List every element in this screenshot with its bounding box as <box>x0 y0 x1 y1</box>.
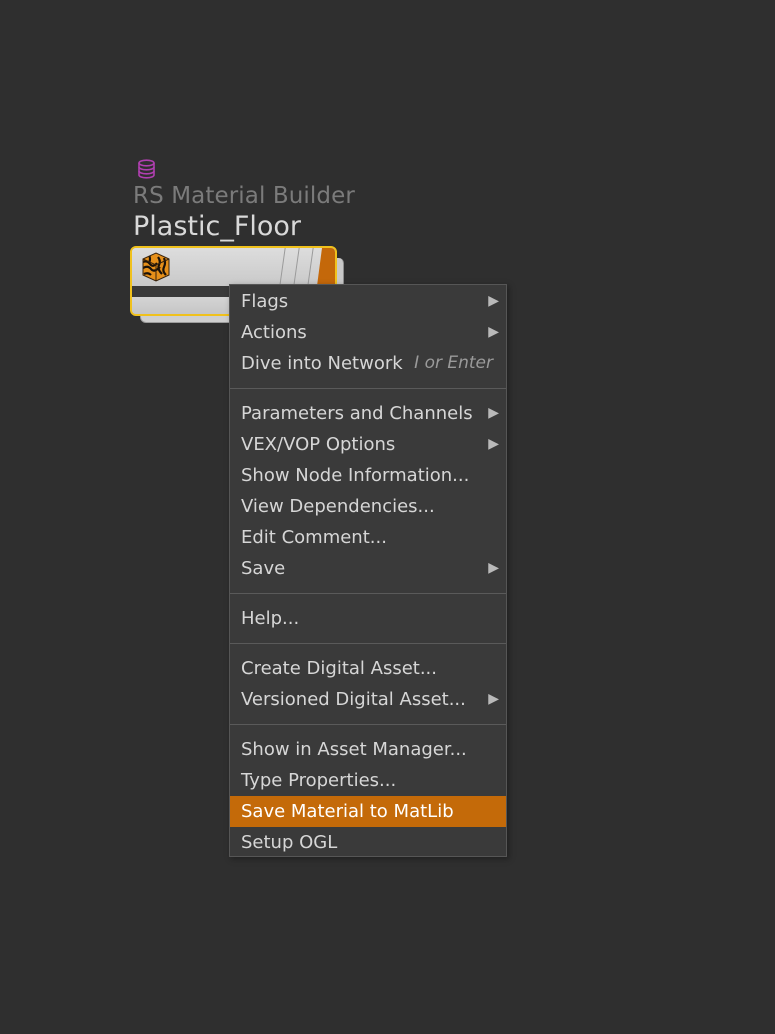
display-flag[interactable] <box>317 248 335 286</box>
menu-item-save[interactable]: Save ▶ <box>230 553 506 584</box>
menu-item-label: Save Material to MatLib <box>241 801 454 822</box>
menu-item-help[interactable]: Help... <box>230 603 506 634</box>
node-name-label[interactable]: Plastic_Floor <box>133 211 301 242</box>
menu-item-actions[interactable]: Actions ▶ <box>230 317 506 348</box>
menu-item-label: Type Properties... <box>241 770 397 791</box>
menu-separator <box>230 643 506 644</box>
submenu-arrow-icon: ▶ <box>488 324 499 340</box>
menu-item-label: Edit Comment... <box>241 527 387 548</box>
node-type-label: RS Material Builder <box>133 183 355 209</box>
menu-item-label: Save <box>241 558 286 579</box>
database-icon <box>138 159 155 179</box>
menu-item-vex-vop-options[interactable]: VEX/VOP Options ▶ <box>230 429 506 460</box>
menu-item-label: Flags <box>241 291 289 312</box>
menu-item-label: Actions <box>241 322 307 343</box>
menu-item-label: Show Node Information... <box>241 465 470 486</box>
menu-item-versioned-digital-asset[interactable]: Versioned Digital Asset... ▶ <box>230 684 506 715</box>
menu-separator <box>230 593 506 594</box>
menu-item-label: View Dependencies... <box>241 496 435 517</box>
menu-item-edit-comment[interactable]: Edit Comment... <box>230 522 506 553</box>
menu-separator <box>230 724 506 725</box>
menu-item-label: Create Digital Asset... <box>241 658 437 679</box>
menu-item-save-material-to-matlib[interactable]: Save Material to MatLib <box>230 796 506 827</box>
submenu-arrow-icon: ▶ <box>488 691 499 707</box>
menu-item-label: VEX/VOP Options <box>241 434 396 455</box>
submenu-arrow-icon: ▶ <box>488 560 499 576</box>
menu-item-label: Setup OGL <box>241 832 338 853</box>
menu-item-show-in-asset-manager[interactable]: Show in Asset Manager... <box>230 734 506 765</box>
menu-item-label: Versioned Digital Asset... <box>241 689 466 710</box>
menu-item-dive-into-network[interactable]: Dive into Network I or Enter <box>230 348 506 379</box>
node-context-menu: Flags ▶ Actions ▶ Dive into Network I or Ente… <box>229 284 507 857</box>
submenu-arrow-icon: ▶ <box>488 405 499 421</box>
network-editor-canvas[interactable]: RS Material Builder Plastic_Floor Flags … <box>0 0 775 1034</box>
menu-item-label: Show in Asset Manager... <box>241 739 467 760</box>
tiger-stripe-material-icon <box>142 252 170 282</box>
submenu-arrow-icon: ▶ <box>488 293 499 309</box>
menu-item-label: Help... <box>241 608 300 629</box>
menu-item-flags[interactable]: Flags ▶ <box>230 286 506 317</box>
menu-item-setup-ogl[interactable]: Setup OGL <box>230 827 506 858</box>
node-header-strip <box>132 248 335 286</box>
menu-item-show-node-information[interactable]: Show Node Information... <box>230 460 506 491</box>
menu-item-parameters-and-channels[interactable]: Parameters and Channels ▶ <box>230 398 506 429</box>
menu-item-label: Parameters and Channels <box>241 403 473 424</box>
menu-item-shortcut: I or Enter <box>414 353 493 373</box>
menu-item-label: Dive into Network <box>241 353 403 374</box>
menu-item-view-dependencies[interactable]: View Dependencies... <box>230 491 506 522</box>
menu-item-type-properties[interactable]: Type Properties... <box>230 765 506 796</box>
menu-separator <box>230 388 506 389</box>
submenu-arrow-icon: ▶ <box>488 436 499 452</box>
menu-item-create-digital-asset[interactable]: Create Digital Asset... <box>230 653 506 684</box>
